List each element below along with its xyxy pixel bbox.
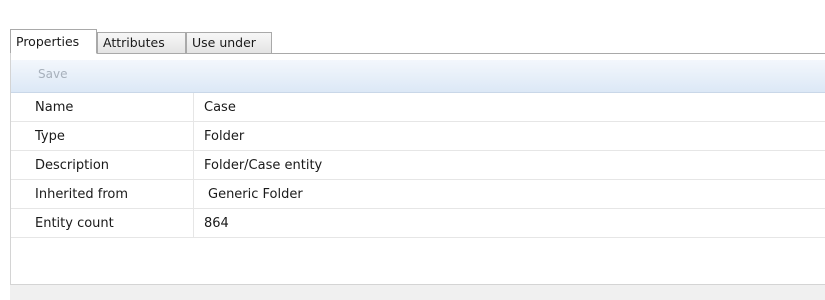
property-value[interactable]: Generic Folder: [194, 180, 303, 208]
property-value[interactable]: Folder: [194, 122, 244, 150]
tab-properties[interactable]: Properties: [10, 29, 97, 54]
toolbar: Save: [11, 60, 825, 93]
property-row-description[interactable]: Description Folder/Case entity: [11, 151, 825, 180]
property-row-entity-count[interactable]: Entity count 864: [11, 209, 825, 238]
property-value[interactable]: Folder/Case entity: [194, 151, 322, 179]
property-label: Description: [11, 151, 194, 179]
property-row-name[interactable]: Name Case: [11, 93, 825, 122]
properties-grid: Name Case Type Folder Description Folder…: [11, 93, 825, 238]
properties-panel: Properties Attributes Use under Save Nam…: [0, 0, 825, 300]
property-value[interactable]: Case: [194, 93, 236, 121]
top-strip: [0, 0, 825, 24]
tab-bar: Properties Attributes Use under: [10, 29, 825, 54]
property-label: Entity count: [11, 209, 194, 237]
tab-use-under[interactable]: Use under: [186, 32, 272, 54]
bottom-bar: [10, 284, 825, 300]
tab-attributes[interactable]: Attributes: [97, 32, 186, 54]
property-label: Type: [11, 122, 194, 150]
property-value[interactable]: 864: [194, 209, 229, 237]
property-row-type[interactable]: Type Folder: [11, 122, 825, 151]
properties-content: Save Name Case Type Folder Description F…: [10, 54, 825, 284]
property-label: Name: [11, 93, 194, 121]
property-row-inherited-from[interactable]: Inherited from Generic Folder: [11, 180, 825, 209]
property-label: Inherited from: [11, 180, 194, 208]
save-button[interactable]: Save: [38, 67, 67, 81]
